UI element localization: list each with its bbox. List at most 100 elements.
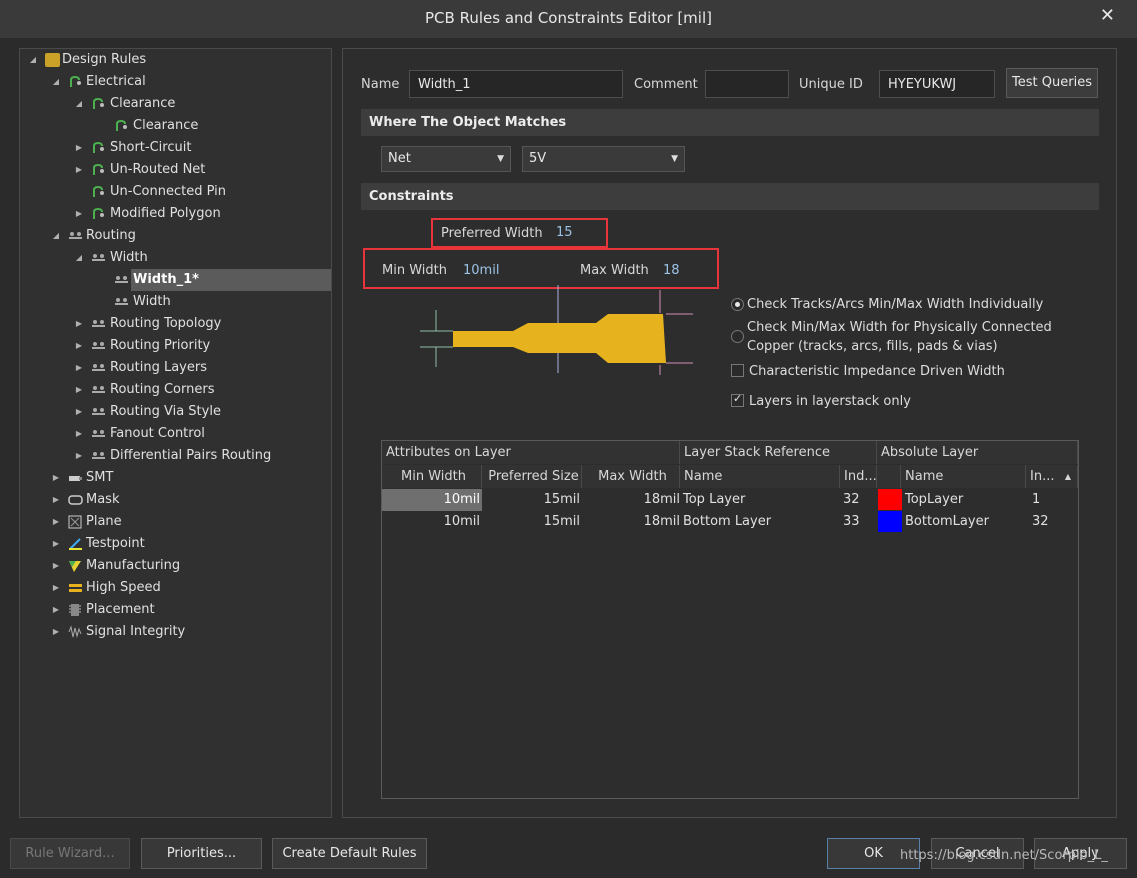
expand-icon[interactable]: ▶: [74, 445, 84, 467]
create-default-rules-button[interactable]: Create Default Rules: [272, 838, 427, 869]
tree-item-routing-layers[interactable]: ▶ Routing Layers: [74, 357, 324, 379]
impedance-driven-checkbox[interactable]: [731, 364, 744, 377]
tree-item-width-rule[interactable]: Width: [114, 291, 324, 313]
layerstack-only-checkbox[interactable]: [731, 392, 744, 407]
expand-icon[interactable]: ▶: [74, 137, 84, 159]
column-absolute-index-label: In...: [1030, 469, 1055, 484]
collapse-icon[interactable]: ◢: [74, 247, 84, 269]
differential-pairs-icon: [91, 449, 106, 463]
close-icon[interactable]: ✕: [1100, 5, 1115, 26]
match-type-value: Net: [388, 151, 411, 166]
min-width-value[interactable]: 10mil: [463, 263, 499, 278]
match-type-select[interactable]: Net ▼: [381, 146, 511, 172]
collapse-icon[interactable]: ◢: [51, 71, 61, 93]
tree-item-routing-priority[interactable]: ▶ Routing Priority: [74, 335, 324, 357]
expand-icon[interactable]: ▶: [51, 489, 61, 511]
column-min-width[interactable]: Min Width: [382, 465, 482, 488]
tree-item-testpoint[interactable]: ▶ Testpoint: [51, 533, 321, 555]
tree-item-differential-pairs-routing[interactable]: ▶ Differential Pairs Routing: [74, 445, 324, 467]
unique-id-label: Unique ID: [799, 77, 863, 92]
layer-color-swatch[interactable]: [878, 511, 902, 532]
check-connected-radio[interactable]: [731, 330, 744, 343]
tree-item-design-rules[interactable]: ◢ Design Rules: [28, 49, 328, 71]
tree-item-routing-topology[interactable]: ▶ Routing Topology: [74, 313, 324, 335]
tree-item-mask[interactable]: ▶ Mask: [51, 489, 321, 511]
check-connected-label-line1: Check Min/Max Width for Physically Conne…: [747, 320, 1052, 335]
column-preferred-size[interactable]: Preferred Size: [482, 465, 582, 488]
cell-min-width[interactable]: 10mil: [382, 489, 482, 511]
expand-icon[interactable]: ▶: [74, 423, 84, 445]
column-index[interactable]: Ind...: [840, 465, 877, 488]
column-absolute-index[interactable]: In... ▲: [1026, 465, 1078, 488]
tree-item-short-circuit[interactable]: ▶ Short-Circuit: [74, 137, 324, 159]
expand-icon[interactable]: ▶: [74, 203, 84, 225]
routing-layers-icon: [91, 361, 106, 375]
collapse-icon[interactable]: ◢: [51, 225, 61, 247]
expand-icon[interactable]: ▶: [51, 599, 61, 621]
tree-label: Testpoint: [86, 536, 145, 551]
tree-item-clearance-category[interactable]: ◢ Clearance: [74, 93, 324, 115]
test-queries-button[interactable]: Test Queries: [1006, 68, 1098, 98]
expand-icon[interactable]: ▶: [74, 401, 84, 423]
tree-item-width-1[interactable]: Width_1*: [114, 269, 331, 291]
priorities-button[interactable]: Priorities...: [141, 838, 262, 869]
expand-icon[interactable]: ▶: [51, 577, 61, 599]
expand-icon[interactable]: ▶: [51, 533, 61, 555]
cell-preferred-size[interactable]: 15mil: [482, 511, 580, 533]
tree-item-width-category[interactable]: ◢ Width: [74, 247, 324, 269]
tree-item-routing-corners[interactable]: ▶ Routing Corners: [74, 379, 324, 401]
collapse-icon[interactable]: ◢: [28, 49, 38, 71]
grid-group-absolute-layer: Absolute Layer: [877, 441, 1078, 464]
smt-icon: [68, 471, 83, 485]
expand-icon[interactable]: ▶: [51, 511, 61, 533]
layer-color-swatch[interactable]: [878, 489, 902, 510]
expand-icon[interactable]: ▶: [74, 313, 84, 335]
collapse-icon[interactable]: ◢: [74, 93, 84, 115]
preferred-width-value[interactable]: 15: [556, 225, 573, 240]
tree-item-electrical[interactable]: ◢ Electrical: [51, 71, 321, 93]
expand-icon[interactable]: ▶: [74, 335, 84, 357]
tree-item-un-connected-pin[interactable]: Un-Connected Pin: [91, 181, 321, 203]
tree-item-high-speed[interactable]: ▶ High Speed: [51, 577, 321, 599]
tree-label: Routing: [86, 228, 136, 243]
tree-item-signal-integrity[interactable]: ▶ Signal Integrity: [51, 621, 321, 643]
cell-absolute-name: TopLayer: [905, 492, 964, 507]
expand-icon[interactable]: ▶: [51, 621, 61, 643]
tree-item-routing-via-style[interactable]: ▶ Routing Via Style: [74, 401, 324, 423]
max-width-value[interactable]: 18: [663, 263, 680, 278]
expand-icon[interactable]: ▶: [74, 357, 84, 379]
tree-item-un-routed-net[interactable]: ▶ Un-Routed Net: [74, 159, 324, 181]
check-individually-label: Check Tracks/Arcs Min/Max Width Individu…: [747, 297, 1044, 312]
column-layer-name[interactable]: Name: [680, 465, 840, 488]
column-max-width[interactable]: Max Width: [582, 465, 680, 488]
expand-icon[interactable]: ▶: [51, 555, 61, 577]
where-object-matches-header: Where The Object Matches: [361, 109, 1099, 136]
tree-item-manufacturing[interactable]: ▶ Manufacturing: [51, 555, 321, 577]
sort-up-icon: ▲: [1064, 472, 1071, 481]
match-net-select[interactable]: 5V ▼: [522, 146, 685, 172]
tree-item-modified-polygon[interactable]: ▶ Modified Polygon: [74, 203, 324, 225]
tree-item-plane[interactable]: ▶ Plane: [51, 511, 321, 533]
tree-label: Manufacturing: [86, 558, 181, 573]
tree-item-clearance-rule[interactable]: Clearance: [114, 115, 324, 137]
check-individually-radio[interactable]: [731, 298, 744, 311]
unique-id-input[interactable]: [879, 70, 995, 98]
tree-item-placement[interactable]: ▶ Placement: [51, 599, 321, 621]
tree-item-fanout-control[interactable]: ▶ Fanout Control: [74, 423, 324, 445]
name-input[interactable]: [409, 70, 623, 98]
comment-input[interactable]: [705, 70, 789, 98]
expand-icon[interactable]: ▶: [51, 467, 61, 489]
column-absolute-name[interactable]: Name: [901, 465, 1026, 488]
column-color[interactable]: [877, 465, 901, 488]
tree-item-routing[interactable]: ◢ Routing: [51, 225, 321, 247]
cell-preferred-size[interactable]: 15mil: [482, 489, 580, 511]
dropdown-caret-icon: ▼: [497, 154, 504, 164]
cell-max-width[interactable]: 18mil: [580, 511, 680, 533]
constraints-header: Constraints: [361, 183, 1099, 210]
cell-min-width[interactable]: 10mil: [382, 511, 480, 533]
expand-icon[interactable]: ▶: [74, 159, 84, 181]
cell-max-width[interactable]: 18mil: [580, 489, 680, 511]
expand-icon[interactable]: ▶: [74, 379, 84, 401]
rule-wizard-button[interactable]: Rule Wizard...: [10, 838, 130, 869]
tree-item-smt[interactable]: ▶ SMT: [51, 467, 321, 489]
